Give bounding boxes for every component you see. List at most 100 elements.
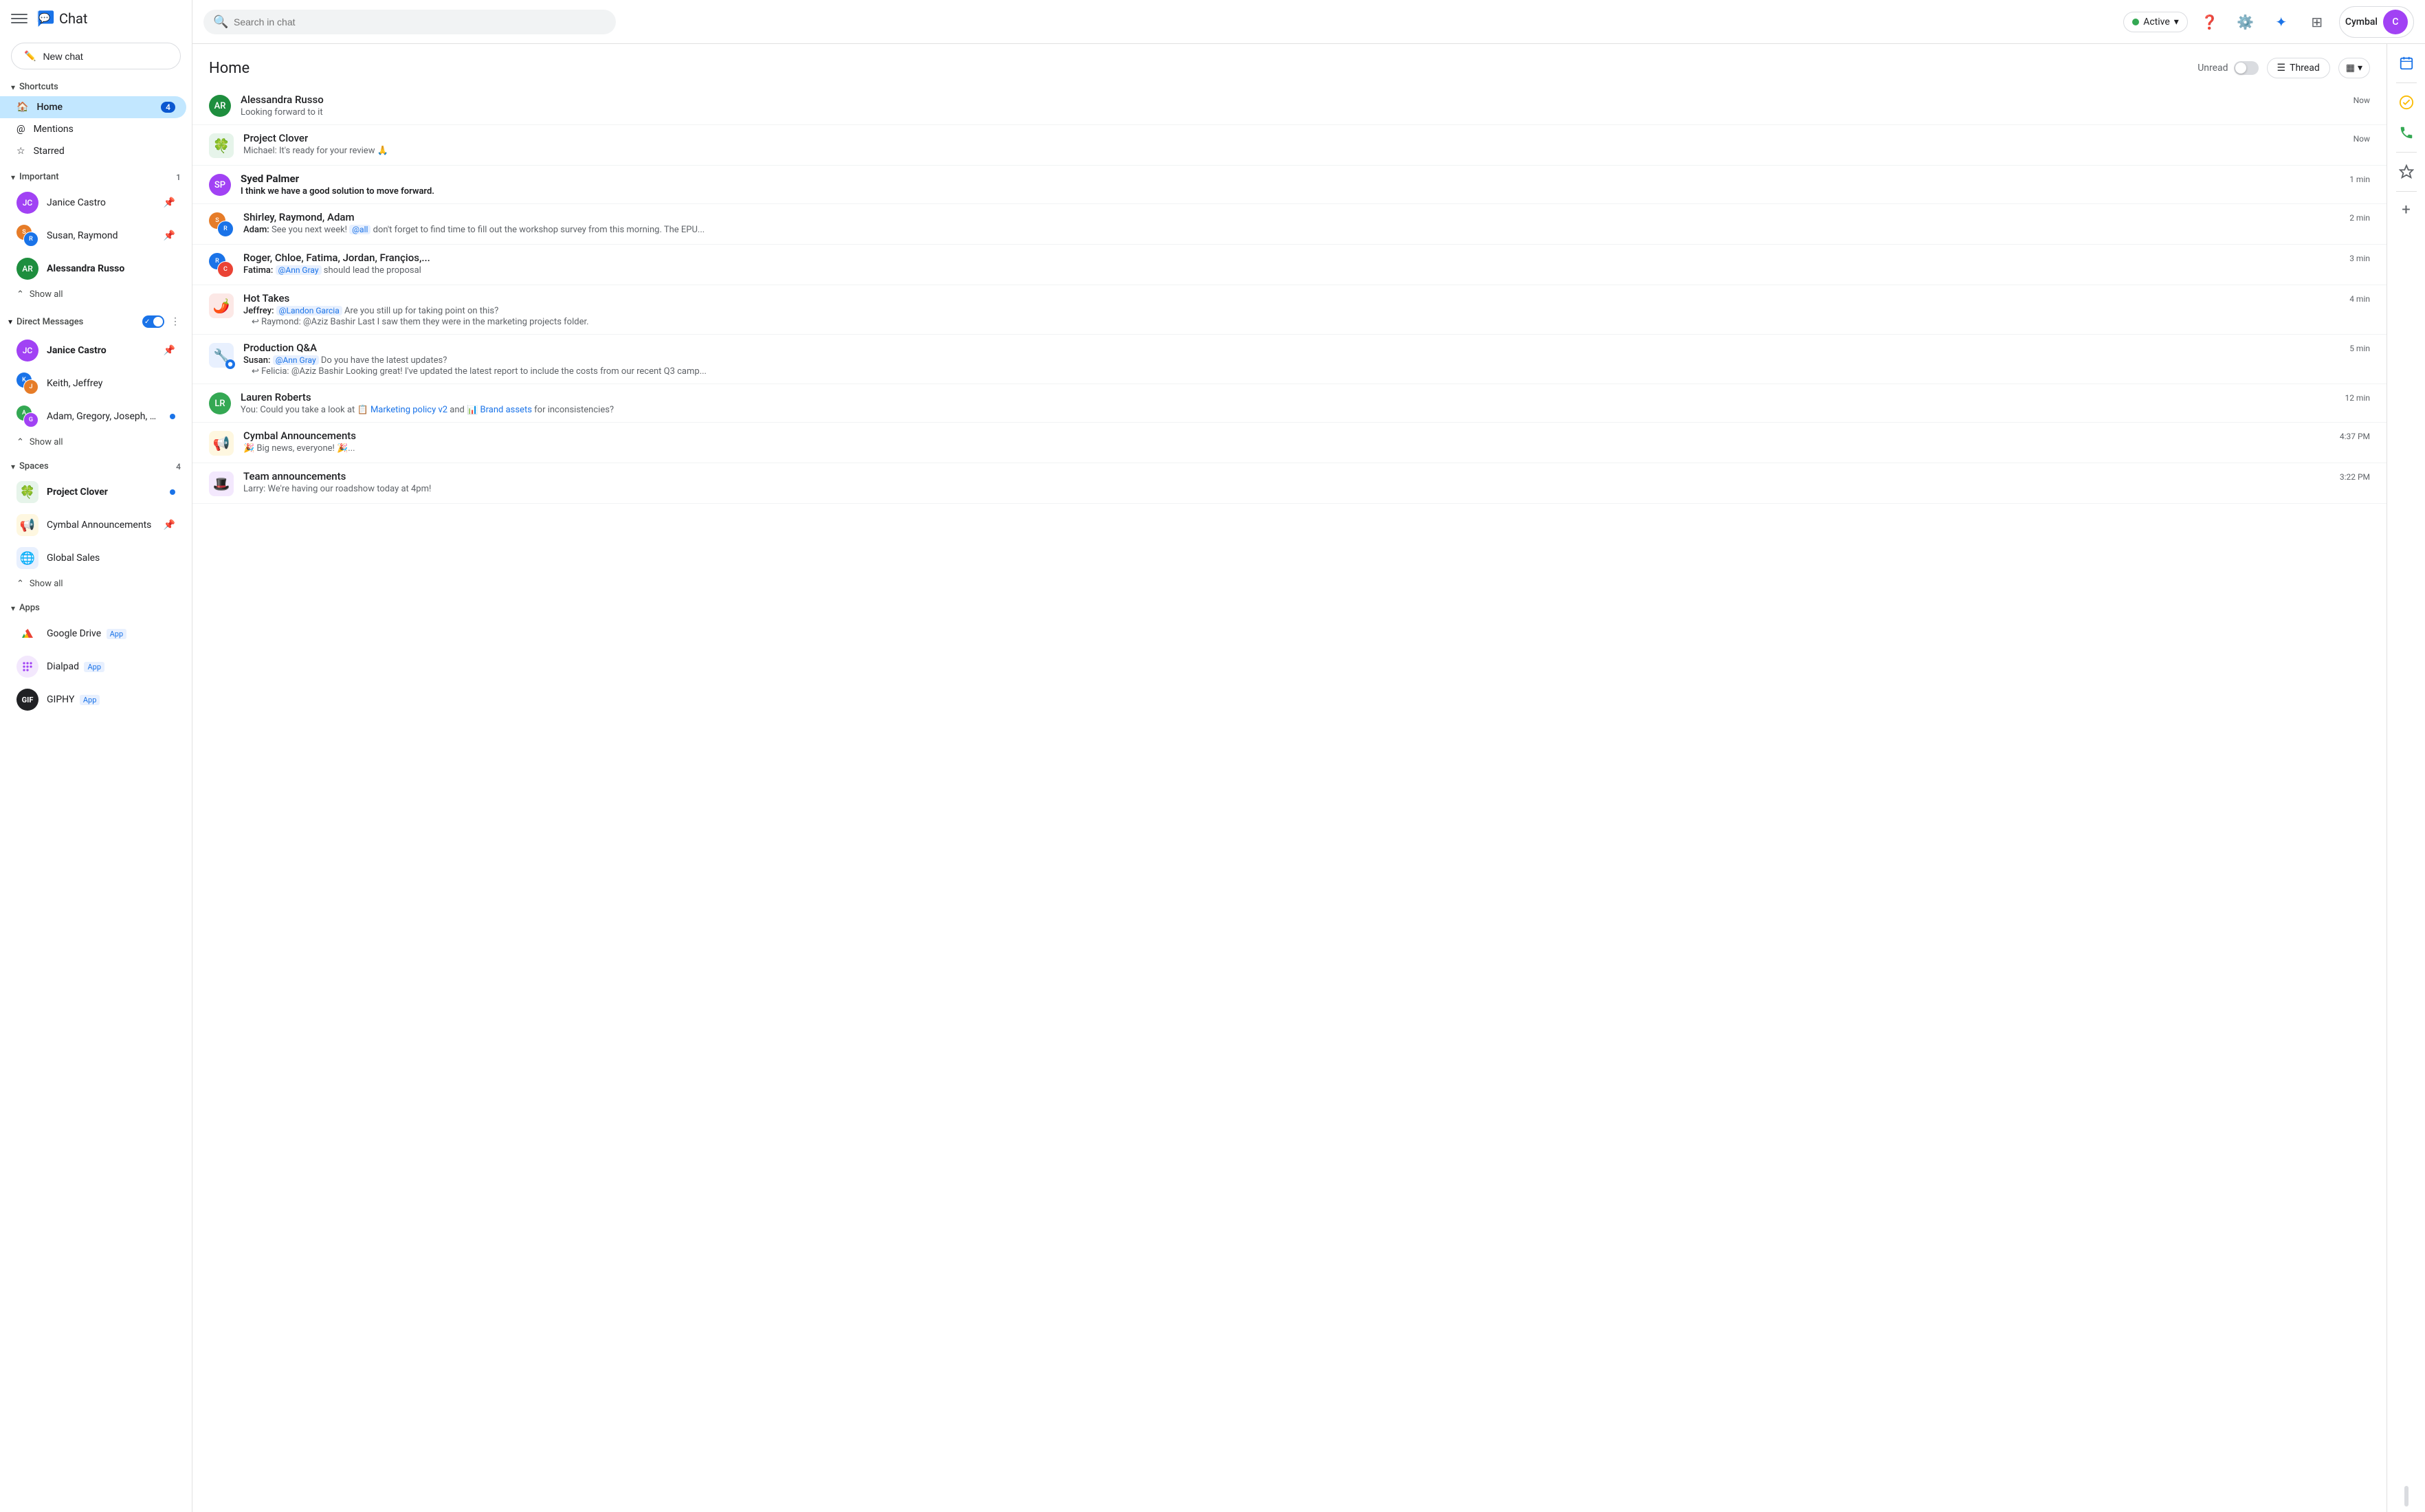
home-label: Home: [36, 102, 153, 113]
mentions-label: Mentions: [34, 124, 175, 135]
avatar: JC: [16, 192, 38, 214]
spaces-header[interactable]: ▾ Spaces 4: [0, 457, 192, 476]
app-name: GIPHY App: [47, 694, 175, 705]
chat-item[interactable]: 🍀 Project Clover Now Michael: It's ready…: [192, 125, 2387, 166]
chat-item[interactable]: 🎩 Team announcements 3:22 PM Larry: We'r…: [192, 463, 2387, 504]
important-section: ▾ Important 1 JC Janice Castro 📌 S R Sus…: [0, 165, 192, 307]
contact-name: Cymbal Announcements: [243, 430, 356, 442]
search-input[interactable]: [203, 10, 616, 34]
sidebar-item-janice-important[interactable]: JC Janice Castro 📌: [0, 186, 186, 219]
unread-label: Unread: [2197, 63, 2228, 74]
sidebar-item-global-sales[interactable]: 🌐 Global Sales: [0, 542, 186, 575]
contact-name: Project Clover: [243, 132, 308, 144]
chat-item-header: Shirley, Raymond, Adam 2 min: [243, 211, 2370, 223]
shortcuts-header[interactable]: ▾ Shortcuts: [0, 78, 192, 96]
sidebar-item-mentions[interactable]: @ Mentions: [0, 118, 186, 140]
thread-button[interactable]: ☰ Thread: [2267, 58, 2330, 78]
main-content: Home Unread ☰ Thread ▦ ▾: [192, 44, 2387, 1512]
chat-item[interactable]: 🌶️ Hot Takes 4 min Jeffrey: @Landon Garc…: [192, 285, 2387, 335]
view-toggle-button[interactable]: ▦ ▾: [2338, 58, 2370, 78]
tasks-icon[interactable]: [2393, 89, 2420, 116]
bookmark-icon[interactable]: [2393, 158, 2420, 186]
sidebar-item-cymbal-announcements[interactable]: 📢 Cymbal Announcements 📌: [0, 509, 186, 542]
chat-item-header: Lauren Roberts 12 min: [241, 391, 2370, 403]
avatar-group: S R: [16, 225, 38, 247]
active-status-button[interactable]: Active ▾: [2123, 12, 2188, 32]
sidebar-item-susan-raymond[interactable]: S R Susan, Raymond 📌: [0, 219, 186, 252]
add-button[interactable]: +: [2394, 197, 2419, 222]
show-all-label: Show all: [30, 289, 63, 300]
avatar-group: K J: [16, 373, 38, 394]
sidebar-item-alessandra-important[interactable]: AR Alessandra Russo: [0, 252, 186, 285]
chat-item[interactable]: S R Shirley, Raymond, Adam 2 min Adam: S…: [192, 204, 2387, 245]
spaces-show-all[interactable]: ⌃ Show all: [0, 575, 192, 593]
scroll-indicator: [2404, 1486, 2409, 1512]
phone-icon[interactable]: [2393, 119, 2420, 146]
chat-list: AR Alessandra Russo Now Looking forward …: [192, 87, 2387, 1512]
sidebar-item-google-drive[interactable]: Google Drive App: [0, 617, 186, 650]
chat-logo-svg: 💬: [34, 8, 55, 29]
shortcuts-section: ▾ Shortcuts 🏠 Home 4 @ Mentions ☆ Starre…: [0, 75, 192, 165]
topbar: 🔍 Active ▾ ❓ ⚙️ ✦ ⊞ Cymbal C: [192, 0, 2425, 44]
apps-grid-button[interactable]: ⊞: [2303, 8, 2331, 36]
svg-text:💬: 💬: [38, 12, 50, 24]
new-chat-button[interactable]: ✏️ New chat: [11, 43, 181, 69]
dialpad-icon: [16, 656, 38, 678]
message-time: Now: [2354, 134, 2370, 144]
space-icon: 🍀: [16, 481, 38, 503]
dm-more-button[interactable]: ⋮: [167, 313, 184, 330]
home-icon: 🏠: [16, 102, 28, 113]
hamburger-menu-icon[interactable]: [11, 10, 27, 27]
sidebar-item-project-clover[interactable]: 🍀 Project Clover: [0, 476, 186, 509]
important-badge: 1: [176, 173, 181, 182]
space-name: Cymbal Announcements: [47, 520, 155, 531]
important-header[interactable]: ▾ Important 1: [0, 168, 192, 186]
avatar-group: R C: [209, 253, 234, 278]
chat-item-content: Cymbal Announcements 4:37 PM 🎉 Big news,…: [243, 430, 2370, 454]
sidebar-item-giphy[interactable]: GIF GIPHY App: [0, 683, 186, 716]
chat-item-content: Shirley, Raymond, Adam 2 min Adam: See y…: [243, 211, 2370, 235]
chat-item-header: Project Clover Now: [243, 132, 2370, 144]
message-time: 4 min: [2349, 294, 2370, 304]
important-show-all[interactable]: ⌃ Show all: [0, 285, 192, 304]
message-time: 12 min: [2345, 393, 2370, 403]
chat-item-content: Lauren Roberts 12 min You: Could you tak…: [241, 391, 2370, 415]
dm-toggle[interactable]: ✓: [142, 315, 164, 328]
help-button[interactable]: ❓: [2196, 8, 2224, 36]
settings-button[interactable]: ⚙️: [2232, 8, 2259, 36]
chat-item[interactable]: 🔧 Production Q&A 5 min Susan: @Ann Gray …: [192, 335, 2387, 384]
message-preview: Fatima: @Ann Gray should lead the propos…: [243, 265, 2370, 276]
toggle-switch[interactable]: [2234, 61, 2259, 75]
unread-toggle[interactable]: Unread: [2197, 61, 2258, 75]
sidebar: 💬 Chat ✏️ New chat ▾ Shortcuts 🏠 Home 4 …: [0, 0, 192, 1512]
contact-name: Roger, Chloe, Fatima, Jordan, Françios,.…: [243, 252, 430, 264]
chat-item-header: Syed Palmer 1 min: [241, 173, 2370, 185]
apps-label: Apps: [19, 603, 40, 613]
apps-section: ▾ Apps Google Drive App Dialpad App GIF …: [0, 596, 192, 719]
sidebar-item-keith-jeffrey[interactable]: K J Keith, Jeffrey: [0, 367, 186, 400]
apps-header[interactable]: ▾ Apps: [0, 599, 192, 617]
chevron-down-icon: ▾: [11, 462, 15, 471]
sidebar-item-dialpad[interactable]: Dialpad App: [0, 650, 186, 683]
message-time: 5 min: [2349, 344, 2370, 353]
sidebar-item-adam-group[interactable]: A G Adam, Gregory, Joseph, Jani...: [0, 400, 186, 433]
chat-item[interactable]: LR Lauren Roberts 12 min You: Could you …: [192, 384, 2387, 423]
dm-show-all[interactable]: ⌃ Show all: [0, 433, 192, 452]
chat-item[interactable]: AR Alessandra Russo Now Looking forward …: [192, 87, 2387, 125]
dm-section-header[interactable]: ▾ Direct Messages ✓ ⋮: [0, 309, 192, 334]
calendar-icon[interactable]: [2393, 49, 2420, 77]
account-button[interactable]: Cymbal C: [2339, 6, 2414, 38]
sidebar-item-starred[interactable]: ☆ Starred: [0, 140, 186, 162]
avatar: 🌶️: [209, 293, 234, 318]
chevron-down-icon: ▾: [2358, 63, 2362, 74]
chat-item-header: Team announcements 3:22 PM: [243, 470, 2370, 482]
chat-item[interactable]: 📢 Cymbal Announcements 4:37 PM 🎉 Big new…: [192, 423, 2387, 463]
mini-panel: +: [2387, 44, 2425, 1512]
sidebar-item-home[interactable]: 🏠 Home 4: [0, 96, 186, 118]
show-all-label: Show all: [30, 579, 63, 589]
chat-item[interactable]: R C Roger, Chloe, Fatima, Jordan, Françi…: [192, 245, 2387, 285]
direct-messages-section: ▾ Direct Messages ✓ ⋮ JC Janice Castro 📌…: [0, 307, 192, 454]
sidebar-item-janice-dm[interactable]: JC Janice Castro 📌: [0, 334, 186, 367]
spark-button[interactable]: ✦: [2268, 8, 2295, 36]
chat-item[interactable]: SP Syed Palmer 1 min I think we have a g…: [192, 166, 2387, 204]
